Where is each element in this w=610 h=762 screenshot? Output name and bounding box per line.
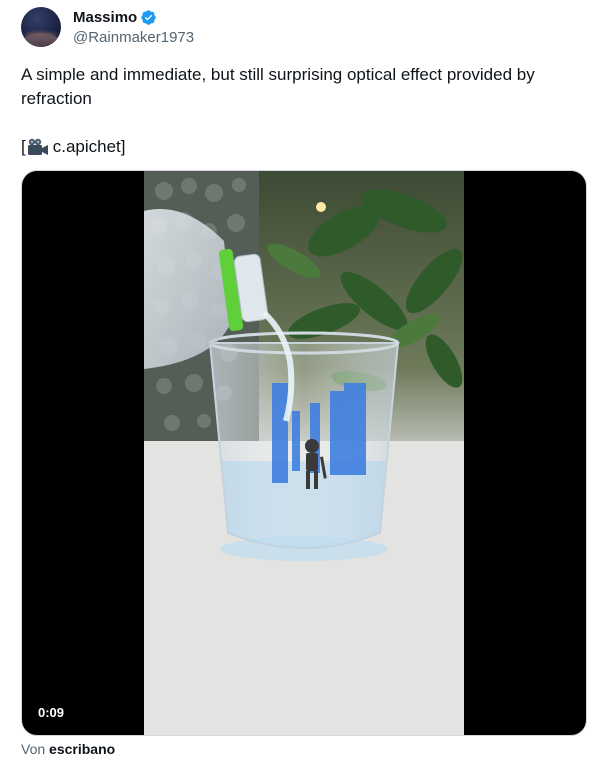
video-camera-icon: [27, 138, 48, 155]
credit-text: c.apichet]: [52, 137, 126, 156]
avatar[interactable]: [21, 7, 61, 47]
tweet-card: Massimo @Rainmaker1973 A simple and imme…: [0, 0, 610, 762]
attribution-prefix: Von: [21, 741, 46, 757]
video-player[interactable]: 0:09: [21, 170, 587, 736]
video-still-image: [144, 171, 464, 735]
video-duration: 0:09: [32, 703, 71, 723]
verified-badge-icon[interactable]: [140, 9, 157, 26]
tweet-text: A simple and immediate, but still surpri…: [21, 63, 591, 111]
video-frame: [144, 171, 464, 735]
author-handle[interactable]: @Rainmaker1973: [73, 29, 194, 47]
tweet-credit: [ c.apichet]: [21, 135, 126, 159]
tweet-text-body: A simple and immediate, but still surpri…: [21, 65, 535, 108]
author-name[interactable]: Massimo: [73, 9, 137, 27]
attribution-author-link[interactable]: escribano: [49, 741, 115, 757]
video-attribution: Von escribano: [21, 740, 115, 758]
credit-bracket-open: [: [21, 137, 26, 156]
avatar-hill: [21, 35, 61, 47]
